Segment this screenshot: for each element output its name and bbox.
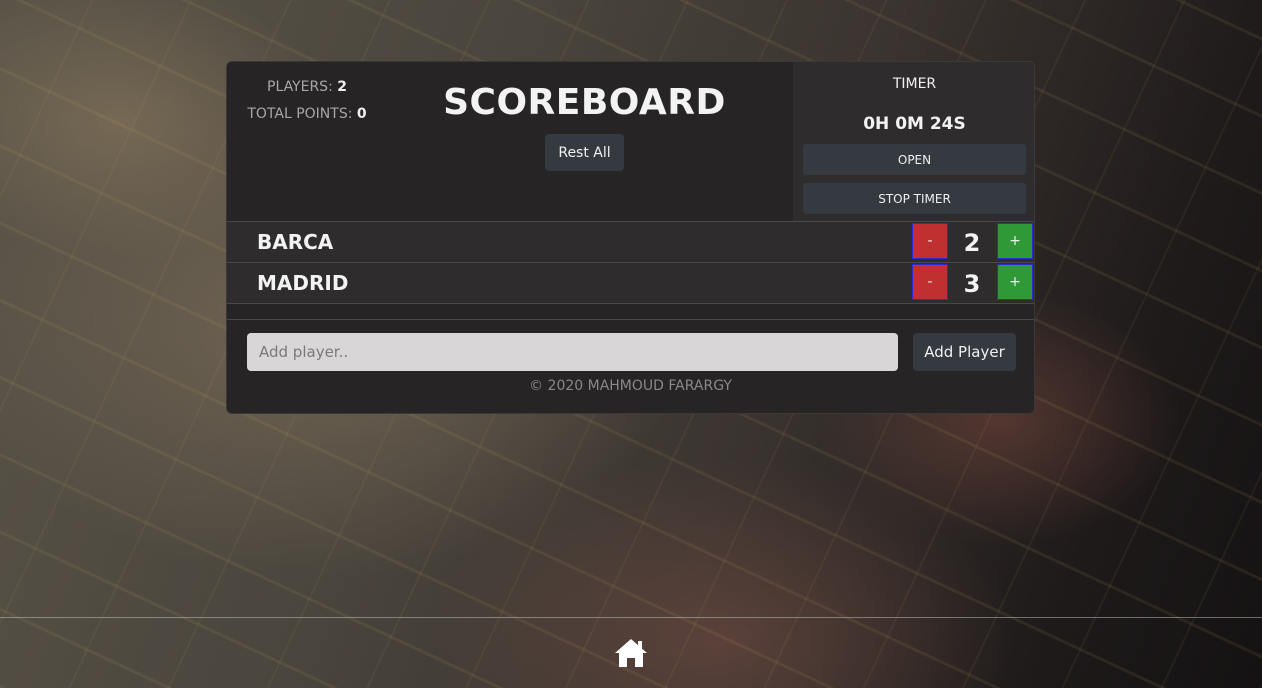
timer-box: TIMER 0H 0M 24S OPEN STOP TIMER [793,62,1034,221]
divider [227,319,1034,320]
timer-value: 0H 0M 24S [863,114,966,134]
player-row: BARCA - 2 + [227,221,1034,262]
players-list: BARCA - 2 + MADRID - 3 + [227,221,1034,304]
players-value: 2 [337,79,347,95]
players-label: PLAYERS: [267,79,333,95]
player-score: 3 [963,270,981,298]
stats-block: PLAYERS: 2 TOTAL POINTS: 0 [237,74,377,128]
add-player-input[interactable] [247,333,898,371]
decrement-button[interactable]: - [912,223,948,259]
scoreboard-panel: PLAYERS: 2 TOTAL POINTS: 0 SCOREBOARD Re… [226,61,1035,414]
reset-all-button[interactable]: Rest All [545,134,624,171]
footer-divider [0,617,1262,618]
page-title: SCOREBOARD [443,82,726,123]
players-count: PLAYERS: 2 [237,74,377,101]
decrement-button[interactable]: - [912,264,948,300]
player-score: 2 [963,229,981,257]
increment-button[interactable]: + [997,264,1033,300]
total-points-label: TOTAL POINTS: [247,106,353,122]
increment-button[interactable]: + [997,223,1033,259]
copyright-text: © 2020 MAHMOUD FARARGY [529,378,732,394]
total-points: TOTAL POINTS: 0 [237,101,377,128]
player-name: BARCA [257,230,334,254]
total-points-value: 0 [356,106,367,122]
player-row: MADRID - 3 + [227,262,1034,304]
timer-open-button[interactable]: OPEN [803,144,1026,175]
home-icon[interactable] [614,638,648,668]
add-player-button[interactable]: Add Player [913,333,1016,371]
player-name: MADRID [257,271,349,295]
stop-timer-button[interactable]: STOP TIMER [803,183,1026,214]
timer-label: TIMER [892,76,937,92]
